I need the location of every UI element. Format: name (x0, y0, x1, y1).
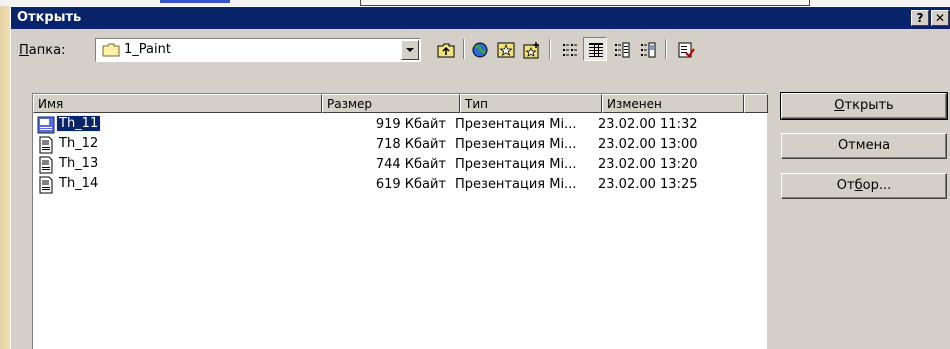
file-size: 619 Кбайт (375, 177, 446, 192)
file-type: Презентация Mi... (455, 157, 577, 172)
file-size: 744 Кбайт (375, 157, 446, 172)
file-row[interactable]: Th_11 919 Кбайт Презентация Mi... 23.02.… (33, 115, 766, 135)
help-button[interactable]: ? (911, 10, 929, 26)
folder-select[interactable]: 1_Paint (95, 38, 421, 62)
list-view-icon[interactable] (557, 37, 581, 61)
dialog-title: Открыть (17, 10, 82, 25)
cancel-button[interactable]: Отмена (781, 133, 947, 159)
favorites-icon[interactable] (493, 37, 517, 61)
details-view-icon[interactable] (583, 37, 607, 61)
search-web-icon[interactable] (467, 37, 491, 61)
file-type: Презентация Mi... (455, 137, 577, 152)
file-type: Презентация Mi... (455, 177, 577, 192)
preview-view-icon[interactable] (635, 37, 659, 61)
background-link-fragment (160, 0, 230, 3)
up-folder-icon[interactable] (433, 37, 457, 61)
file-name: Th_11 (55, 115, 102, 132)
column-header-filler (744, 94, 768, 113)
file-row[interactable]: Th_13 744 Кбайт Презентация Mi... 23.02.… (33, 155, 766, 175)
toolbar-separator (549, 39, 551, 59)
column-header-modified[interactable]: Изменен (602, 94, 744, 113)
column-header-name[interactable]: Имя (33, 94, 322, 113)
presentation-file-icon (37, 176, 55, 198)
title-bar: Открыть ? ✕ (11, 7, 950, 29)
file-name: Th_14 (59, 176, 99, 191)
file-modified: 23.02.00 11:32 (598, 117, 698, 132)
column-header-type[interactable]: Тип (460, 94, 602, 113)
file-size: 919 Кбайт (375, 117, 446, 132)
add-to-favorites-icon[interactable] (519, 37, 543, 61)
desktop-background (0, 0, 10, 349)
toolbar-separator (665, 39, 667, 59)
toolbar-separator (463, 39, 465, 59)
file-type: Презентация Mi... (455, 117, 577, 132)
folder-label: Папка: (19, 43, 66, 58)
commands-icon[interactable] (673, 37, 697, 61)
open-button[interactable]: Открыть (780, 92, 948, 120)
file-name: Th_12 (59, 136, 99, 151)
file-list[interactable]: Имя Размер Тип Изменен Th_11 919 Кбайт П… (32, 93, 768, 349)
open-dialog: Открыть ? ✕ Папка: 1_Paint Имя Размер Ти… (10, 6, 950, 349)
file-row[interactable]: Th_14 619 Кбайт Презентация Mi... 23.02.… (33, 175, 766, 195)
file-modified: 23.02.00 13:20 (598, 157, 698, 172)
file-row[interactable]: Th_12 718 Кбайт Презентация Mi... 23.02.… (33, 135, 766, 155)
chevron-down-icon[interactable] (401, 40, 419, 60)
filter-button[interactable]: Отбор... (781, 173, 947, 199)
file-size: 718 Кбайт (375, 137, 446, 152)
folder-name: 1_Paint (124, 42, 171, 57)
column-header-size[interactable]: Размер (322, 94, 460, 113)
file-modified: 23.02.00 13:25 (598, 177, 698, 192)
close-button[interactable]: ✕ (931, 10, 949, 26)
properties-view-icon[interactable] (609, 37, 633, 61)
file-modified: 23.02.00 13:00 (598, 137, 698, 152)
file-name: Th_13 (59, 156, 99, 171)
folder-icon (102, 42, 120, 62)
